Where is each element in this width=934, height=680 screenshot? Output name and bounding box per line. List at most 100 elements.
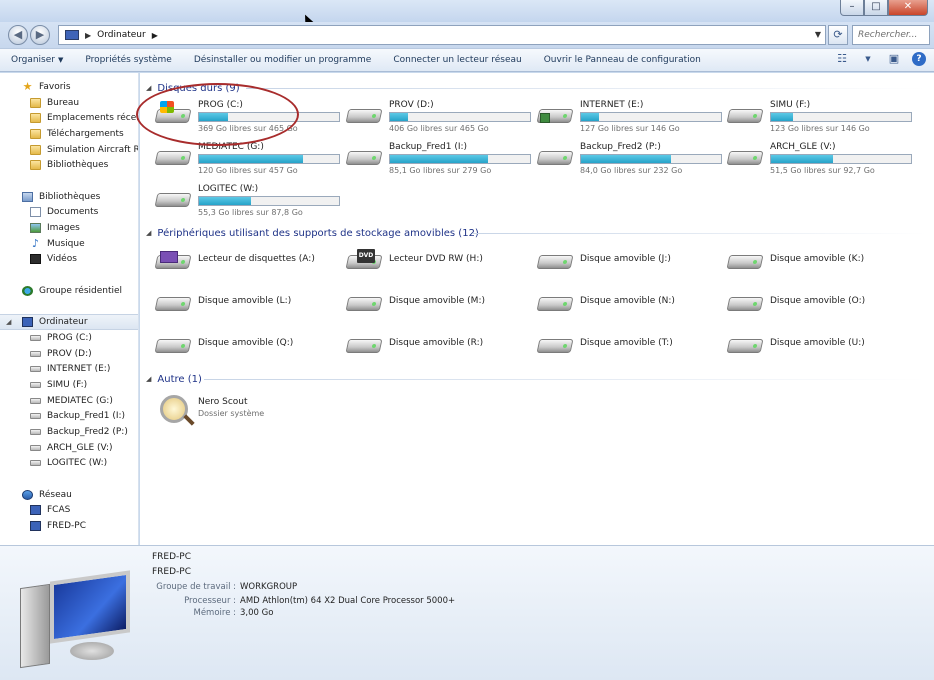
- sidebar-item-libraries-fav[interactable]: Bibliothèques: [0, 157, 138, 173]
- removable-tile[interactable]: Disque amovible (U:): [718, 327, 903, 365]
- change-view-icon[interactable]: ☷: [834, 52, 850, 66]
- sidebar-item-drive-i[interactable]: Backup_Fred1 (I:): [0, 408, 138, 424]
- sidebar-item-documents[interactable]: Documents: [0, 205, 138, 221]
- music-icon: ♪: [31, 236, 40, 250]
- view-dropdown-icon[interactable]: ▼: [860, 52, 876, 66]
- address-bar[interactable]: ▶ Ordinateur ▶ ▼: [58, 25, 826, 45]
- sidebar-favorites[interactable]: ★ Favoris: [0, 79, 138, 95]
- minimize-button[interactable]: –: [840, 0, 864, 16]
- chevron-down-icon: ▼: [58, 56, 64, 64]
- drive-tile[interactable]: PROG (C:) 369 Go libres sur 465 Go: [146, 97, 340, 135]
- sidebar-network[interactable]: Réseau: [0, 487, 138, 503]
- collapse-arrow-icon[interactable]: ◢: [146, 84, 151, 92]
- sidebar-item-fred-pc[interactable]: FRED-PC: [0, 518, 138, 534]
- sidebar-item-drive-w[interactable]: LOGITEC (W:): [0, 456, 138, 472]
- preview-pane-icon[interactable]: ▣: [886, 52, 902, 66]
- removable-tile[interactable]: Disque amovible (M:): [337, 285, 522, 323]
- content-pane: ◢ Disques durs (9) ◢ Périphériques utili…: [140, 73, 934, 545]
- hard-drive-shape: [536, 151, 574, 165]
- open-control-panel-button[interactable]: Ouvrir le Panneau de configuration: [533, 55, 712, 65]
- removable-tile[interactable]: Disque amovible (K:): [718, 243, 903, 281]
- close-button[interactable]: ✕: [888, 0, 928, 16]
- removable-tile[interactable]: Disque amovible (R:): [337, 327, 522, 365]
- search-input[interactable]: Rechercher...: [852, 25, 930, 45]
- collapse-arrow-icon[interactable]: ◢: [146, 375, 151, 383]
- group-header-removable[interactable]: ◢ Périphériques utilisant des supports d…: [146, 226, 479, 240]
- sidebar-item-drive-g[interactable]: MEDIATEC (G:): [0, 393, 138, 409]
- sidebar-item-drive-f[interactable]: SIMU (F:): [0, 377, 138, 393]
- uninstall-program-button[interactable]: Désinstaller ou modifier un programme: [183, 55, 383, 65]
- sidebar-item-images[interactable]: Images: [0, 220, 138, 236]
- sidebar-item-drive-c[interactable]: PROG (C:): [0, 330, 138, 346]
- sidebar-item-downloads[interactable]: Téléchargements: [0, 126, 138, 142]
- drive-tile[interactable]: SIMU (F:) 123 Go libres sur 146 Go: [718, 97, 912, 135]
- removable-tile[interactable]: Disque amovible (N:): [528, 285, 713, 323]
- drive-tile[interactable]: ARCH_GLE (V:) 51,5 Go libres sur 92,7 Go: [718, 139, 912, 177]
- sidebar-label: Backup_Fred1 (I:): [47, 411, 126, 422]
- drive-tile[interactable]: Backup_Fred1 (I:) 85,1 Go libres sur 279 …: [337, 139, 531, 177]
- dvd-label-icon: DVD: [357, 249, 375, 263]
- removable-tile[interactable]: Disque amovible (L:): [146, 285, 331, 323]
- collapse-arrow-icon[interactable]: ◢: [146, 229, 151, 237]
- sidebar-libraries[interactable]: Bibliothèques: [0, 189, 138, 205]
- group-divider: [204, 379, 926, 380]
- removable-tile[interactable]: Disque amovible (Q:): [146, 327, 331, 365]
- forward-button[interactable]: ▶: [30, 25, 50, 45]
- breadcrumb-arrow-icon[interactable]: ▶: [152, 31, 158, 40]
- hard-drive-icon: [726, 147, 764, 169]
- sidebar-item-simulation[interactable]: Simulation Aircraft Repa: [0, 142, 138, 158]
- group-title: Périphériques utilisant des supports de …: [157, 227, 479, 239]
- group-header-other[interactable]: ◢ Autre (1): [146, 372, 202, 386]
- drive-tile[interactable]: LOGITEC (W:) 55,3 Go libres sur 87,8 Go: [146, 181, 340, 219]
- sidebar-label: Ordinateur: [39, 317, 88, 328]
- back-button[interactable]: ◀: [8, 25, 28, 45]
- sidebar-item-fcas[interactable]: FCAS: [0, 503, 138, 519]
- sidebar-item-drive-p[interactable]: Backup_Fred2 (P:): [0, 424, 138, 440]
- sidebar-item-music[interactable]: ♪ Musique: [0, 236, 138, 252]
- sidebar-label: Images: [47, 223, 80, 234]
- help-icon[interactable]: ?: [912, 52, 926, 66]
- sidebar-computer[interactable]: ◢ Ordinateur: [0, 314, 138, 330]
- sidebar-item-drive-d[interactable]: PROV (D:): [0, 346, 138, 362]
- removable-tile[interactable]: DVD Lecteur DVD RW (H:): [337, 243, 522, 281]
- sidebar-homegroup[interactable]: Groupe résidentiel: [0, 283, 138, 299]
- address-history-dropdown-icon[interactable]: ▼: [815, 30, 821, 39]
- maximize-button[interactable]: □: [864, 0, 888, 16]
- group-header-hard-drives[interactable]: ◢ Disques durs (9): [146, 81, 240, 95]
- map-network-drive-button[interactable]: Connecter un lecteur réseau: [382, 55, 532, 65]
- hard-drive-icon: [30, 428, 41, 435]
- drive-tile[interactable]: MEDIATEC (G:) 120 Go libres sur 457 Go: [146, 139, 340, 177]
- breadcrumb-computer[interactable]: Ordinateur: [97, 30, 146, 40]
- sidebar-item-bureau[interactable]: Bureau: [0, 95, 138, 111]
- sidebar-item-drive-e[interactable]: INTERNET (E:): [0, 361, 138, 377]
- sidebar-item-videos[interactable]: Vidéos: [0, 252, 138, 268]
- collapse-arrow-icon[interactable]: ◢: [6, 318, 11, 326]
- drive-name: Backup_Fred1 (I:): [389, 142, 468, 152]
- system-properties-button[interactable]: Propriétés système: [74, 55, 182, 65]
- breadcrumb-separator-icon[interactable]: ▶: [85, 31, 91, 40]
- hard-drive-icon: [726, 105, 764, 127]
- drive-usage-fill: [199, 155, 303, 163]
- drive-tile[interactable]: PROV (D:) 406 Go libres sur 465 Go: [337, 97, 531, 135]
- refresh-button[interactable]: ⟳: [828, 25, 848, 45]
- removable-tile[interactable]: Lecteur de disquettes (A:): [146, 243, 331, 281]
- other-tile[interactable]: Nero Scout Dossier système: [146, 391, 331, 429]
- drive-tile[interactable]: INTERNET (E:) 127 Go libres sur 146 Go: [528, 97, 722, 135]
- organize-menu[interactable]: Organiser ▼: [0, 55, 74, 65]
- drive-usage-bar: [198, 112, 340, 122]
- removable-tile[interactable]: Disque amovible (T:): [528, 327, 713, 365]
- sidebar-label: Bibliothèques: [39, 191, 101, 202]
- details-memory: Mémoire : 3,00 Go: [152, 608, 273, 618]
- removable-tile[interactable]: Disque amovible (O:): [718, 285, 903, 323]
- sidebar-item-recent[interactable]: Emplacements récents: [0, 110, 138, 126]
- hard-drive-shape: [726, 151, 764, 165]
- organize-label: Organiser: [11, 55, 55, 65]
- sidebar-label: Favoris: [39, 81, 71, 92]
- drive-tile[interactable]: Backup_Fred2 (P:) 84,0 Go libres sur 232 …: [528, 139, 722, 177]
- computer-icon: [22, 317, 33, 328]
- sidebar-item-drive-v[interactable]: ARCH_GLE (V:): [0, 440, 138, 456]
- drive-usage-fill: [581, 155, 671, 163]
- hard-drive-icon: [536, 147, 574, 169]
- removable-tile[interactable]: Disque amovible (J:): [528, 243, 713, 281]
